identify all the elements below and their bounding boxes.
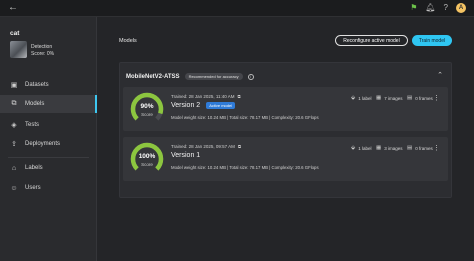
- more-options-icon[interactable]: ⋮: [433, 144, 440, 152]
- sidebar-item-deployments[interactable]: ⇪ Deployments: [0, 135, 97, 153]
- sidebar-item-label: Datasets: [25, 82, 49, 88]
- page-title: Models: [119, 38, 137, 44]
- version-label: Version 2: [171, 102, 201, 109]
- sidebar-divider: [8, 157, 89, 158]
- sidebar-item-label: Labels: [25, 165, 43, 171]
- version-name: Version 1: [171, 152, 200, 159]
- score-value: 100%: [138, 153, 156, 160]
- sidebar-item-models[interactable]: ⧉ Models: [0, 95, 97, 113]
- image-icon: ▦: [376, 145, 382, 151]
- model-version-card[interactable]: 90% Score Trained: 28 Jan 2025, 11:40 AM…: [123, 87, 448, 131]
- back-arrow-icon[interactable]: ←: [8, 2, 18, 14]
- labels-count-text: 1 label: [358, 95, 372, 101]
- datasets-icon: ▣: [10, 82, 18, 89]
- sidebar-item-label: Models: [25, 101, 45, 107]
- help-icon[interactable]: ?: [444, 3, 448, 13]
- frames-count-text: 0 frames: [415, 95, 433, 101]
- trained-date: Trained: 28 Jan 2025, 11:40 AM ⧉: [171, 94, 241, 99]
- more-options-icon[interactable]: ⋮: [433, 94, 440, 102]
- project-task: Detection: [31, 44, 53, 50]
- frames-count-text: 0 frames: [415, 145, 433, 151]
- info-icon[interactable]: i: [247, 73, 254, 80]
- copy-icon[interactable]: ⧉: [238, 94, 241, 99]
- labels-count: ⬙ 1 label: [351, 145, 372, 151]
- reconfigure-active-model-button[interactable]: Reconfigure active model: [335, 35, 408, 46]
- video-frames-icon: ▤: [407, 145, 413, 151]
- active-model-badge: Active model: [206, 102, 236, 109]
- trained-date-text: Trained: 28 Jan 2025, 11:40 AM: [171, 94, 235, 99]
- sidebar-item-label: Users: [25, 185, 41, 191]
- version-label: Version 1: [171, 152, 201, 159]
- score-label: Score: [141, 112, 153, 117]
- chevron-up-icon[interactable]: ⌃: [437, 71, 443, 79]
- sidebar-item-label: Tests: [25, 122, 40, 128]
- images-count-text: 7 images: [384, 95, 403, 101]
- deployments-icon: ⇪: [11, 141, 17, 148]
- sidebar-item-datasets[interactable]: ▣ Datasets: [0, 76, 97, 94]
- project-score: Score: 0%: [31, 51, 55, 57]
- sidebar-item-label: Deployments: [25, 141, 61, 147]
- label-tag-icon: ⬙: [351, 145, 356, 151]
- top-bar: ← ⚑ 🔔︎ ? A: [0, 0, 474, 17]
- model-group-header: MobileNetV2-ATSS Recommended for accurac…: [126, 73, 254, 80]
- model-version-card[interactable]: 100% Score Trained: 28 Jan 2025, 09:57 A…: [123, 137, 448, 181]
- score-label: Score: [141, 162, 153, 167]
- main-content: Models Reconfigure active model Train mo…: [97, 17, 474, 261]
- user-avatar[interactable]: A: [456, 3, 466, 13]
- model-group: MobileNetV2-ATSS Recommended for accurac…: [119, 62, 452, 198]
- train-model-button[interactable]: Train model: [412, 35, 452, 46]
- copy-icon[interactable]: ⧉: [238, 144, 241, 149]
- images-count: ▦ 3 images: [376, 145, 402, 151]
- frames-count: ▤ 0 frames: [407, 95, 433, 101]
- model-group-name: MobileNetV2-ATSS: [126, 73, 180, 80]
- model-size-info: Model weight size: 10.24 MB | Total size…: [171, 115, 319, 120]
- video-frames-icon: ▤: [407, 95, 413, 101]
- trained-date: Trained: 28 Jan 2025, 09:57 AM ⧉: [171, 144, 241, 149]
- project-name: cat: [10, 30, 20, 37]
- score-value: 90%: [140, 103, 154, 110]
- labels-count-text: 1 label: [358, 145, 372, 151]
- top-bar-actions: ⚑ 🔔︎ ? A: [410, 3, 466, 13]
- frames-count: ▤ 0 frames: [407, 145, 433, 151]
- status-icon[interactable]: ⚑: [410, 3, 417, 13]
- bell-icon[interactable]: 🔔︎: [425, 3, 435, 13]
- users-icon: ☺: [10, 184, 18, 192]
- images-count-text: 3 images: [384, 145, 403, 151]
- image-icon: ▦: [376, 95, 382, 101]
- project-thumbnail: [10, 41, 27, 58]
- labels-count: ⬙ 1 label: [351, 95, 372, 101]
- label-tag-icon: ⬙: [351, 95, 356, 101]
- recommended-badge: Recommended for accuracy: [184, 73, 243, 80]
- tests-icon: ◈: [11, 122, 17, 129]
- trained-date-text: Trained: 28 Jan 2025, 09:57 AM: [171, 144, 235, 149]
- model-size-info: Model weight size: 10.24 MB | Total size…: [171, 165, 319, 170]
- sidebar-item-labels[interactable]: ⌂ Labels: [0, 159, 97, 177]
- version-name: Version 2 Active model: [171, 102, 236, 109]
- sidebar-item-users[interactable]: ☺ Users: [0, 179, 97, 197]
- models-icon: ⧉: [11, 100, 17, 107]
- score-gauge: 100% Score: [129, 141, 165, 177]
- images-count: ▦ 7 images: [376, 95, 402, 101]
- labels-icon: ⌂: [11, 164, 17, 172]
- sidebar-item-tests[interactable]: ◈ Tests: [0, 116, 97, 134]
- sidebar: cat Detection Score: 0% ▣ Datasets ⧉ Mod…: [0, 17, 97, 261]
- score-gauge: 90% Score: [129, 91, 165, 127]
